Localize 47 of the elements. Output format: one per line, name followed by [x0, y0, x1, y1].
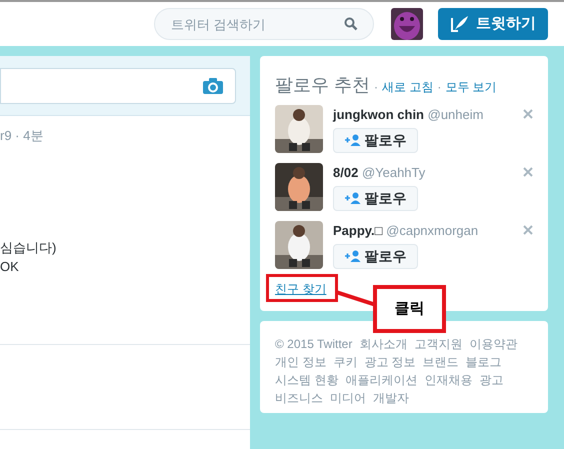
user-name[interactable]: jungkwon chin @unheim: [333, 105, 484, 124]
user-name[interactable]: 8/02 @YeahhTy: [333, 163, 426, 182]
footer-link[interactable]: 광고: [479, 371, 504, 389]
footer-link[interactable]: 비즈니스: [275, 389, 323, 407]
footer-link[interactable]: 개인 정보: [275, 353, 326, 371]
compose-field[interactable]: [0, 68, 236, 104]
footer-link[interactable]: 시스템 현황: [275, 371, 338, 389]
view-all-link[interactable]: 모두 보기: [445, 78, 497, 96]
follow-button[interactable]: 팔로우: [333, 186, 418, 211]
footer-link[interactable]: 인재채용: [424, 371, 472, 389]
footer-link[interactable]: 미디어: [330, 389, 366, 407]
separator-dot: ·: [437, 79, 442, 96]
footer-link[interactable]: 광고 정보: [364, 353, 416, 371]
add-user-icon: [344, 134, 360, 146]
search-field[interactable]: 트위터 검색하기: [154, 8, 374, 40]
search-icon[interactable]: [344, 17, 358, 31]
footer-link[interactable]: 고객지원: [414, 335, 462, 353]
tweet-meta: r9 · 4분: [0, 127, 44, 145]
card-title: 팔로우 추천: [275, 74, 370, 97]
leader-line: [336, 290, 376, 308]
footer-link[interactable]: 블로그: [466, 353, 502, 371]
tweet-text: 심습니다): [0, 238, 56, 256]
avatar-icon[interactable]: [391, 8, 423, 40]
footer-link[interactable]: 회사소개: [359, 335, 408, 353]
user-name[interactable]: Pappy.□ @capnxmorgan: [333, 221, 478, 240]
quill-icon: [450, 15, 470, 33]
follow-button[interactable]: 팔로우: [333, 128, 418, 153]
footer-link[interactable]: 개발자: [373, 389, 409, 407]
tweet-button[interactable]: 트윗하기: [438, 8, 548, 40]
highlight-frame: [266, 274, 338, 302]
follow-button[interactable]: 팔로우: [333, 244, 418, 269]
annotation-label: 클릭: [373, 285, 446, 333]
refresh-link[interactable]: 새로 고침: [382, 78, 434, 96]
footer-link[interactable]: 브랜드: [422, 353, 459, 371]
close-icon[interactable]: [523, 225, 533, 235]
tweet-text: OK: [0, 258, 19, 276]
separator-dot: ·: [374, 79, 378, 96]
close-icon[interactable]: [523, 167, 533, 177]
find-friends-link[interactable]: 친구 찾기: [275, 280, 326, 298]
camera-icon[interactable]: [203, 78, 223, 94]
footer-link[interactable]: 이용약관: [469, 335, 518, 353]
add-user-icon: [344, 250, 360, 262]
footer-link[interactable]: 애플리케이션: [345, 371, 418, 389]
close-icon[interactable]: [523, 109, 533, 119]
footer-link[interactable]: © 2015 Twitter: [275, 335, 352, 353]
add-user-icon: [344, 192, 360, 204]
footer-link[interactable]: 쿠키: [333, 353, 358, 371]
